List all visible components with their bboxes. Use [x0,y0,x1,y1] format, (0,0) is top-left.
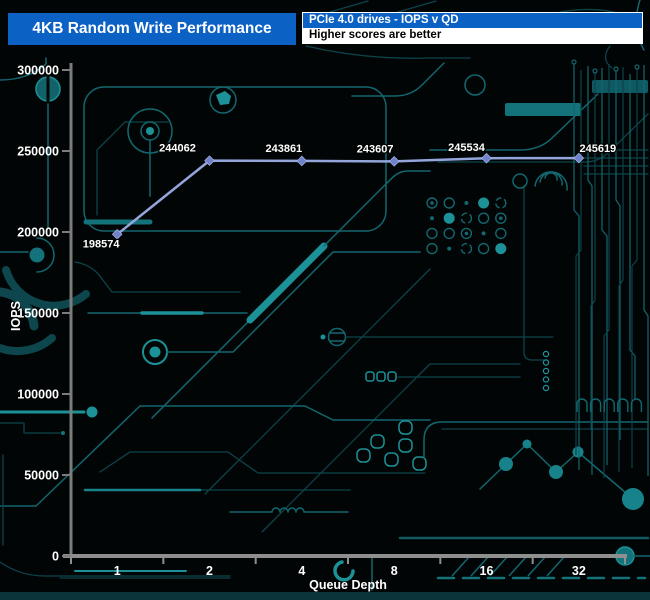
bga-pad [443,197,455,209]
u-pad [603,398,615,412]
data-point-label: 245534 [448,142,486,154]
bga-pad [464,201,469,205]
bga-pad [460,212,473,224]
chart-title-bar: 4KB Random Write Performance [8,13,296,45]
y-tick-label: 300000 [17,64,59,78]
data-point-marker [388,156,400,167]
chart-subtitle-box: PCIe 4.0 drives - IOPS v QD Higher score… [302,12,643,44]
data-point-label: 244062 [159,143,196,155]
x-tick-label: 32 [572,564,586,578]
x-tick-label: 1 [114,564,121,578]
via-ring [542,376,550,383]
x-tick-label: 4 [298,564,305,578]
via-ring [571,59,577,65]
subtitle-row: PCIe 4.0 drives - IOPS v QD [303,13,642,28]
bga-pad [477,242,490,255]
chart-canvas: 300000 250000 200000 150000 100000 50000 0 1 2 4 8… [0,0,650,600]
circuit-board-art-generated [426,59,649,577]
bga-pad [495,197,507,209]
hatch-mark [451,556,470,577]
bga-pad [443,227,455,240]
data-series: 198574 244062 243861 243607 245534 245619 [82,141,618,252]
vertical-trace [643,65,649,476]
note-row: Higher scores are better [303,28,642,43]
y-tick-label: 50000 [24,469,59,483]
x-tick-label: 8 [391,564,398,578]
bga-pad [499,216,503,220]
data-point-label: 198574 [83,238,121,250]
bga-pad [443,212,455,224]
y-tick-label: 200000 [17,226,59,240]
data-point-label: 243607 [357,143,394,155]
x-tick-label: 2 [206,564,213,578]
y-axis-title: IOPS [9,301,23,331]
axes: 300000 250000 200000 150000 100000 50000 0 1 2 4 8… [17,63,627,578]
screenshot-root: 300000 250000 200000 150000 100000 50000 0 1 2 4 8… [0,0,650,600]
bga-pad [481,231,486,236]
via-ring [542,350,550,358]
bga-pad [478,197,490,209]
via-ring [542,384,550,392]
via-ring [592,68,598,74]
hatch-mark [508,556,527,577]
bga-pad [426,227,438,240]
via-ring [634,64,640,70]
hatch-mark [546,556,565,577]
via-ring [542,359,550,366]
y-tick-label: 100000 [17,388,59,402]
bga-pad [495,227,507,240]
y-tick-label: 0 [52,550,59,564]
bga-pad [426,242,438,255]
circuit-board-art [0,0,650,600]
data-point-label: 245619 [579,143,616,155]
u-pad [630,398,643,412]
via-ring [613,66,619,72]
y-tick-label: 150000 [17,307,59,321]
bga-pad [464,231,469,236]
data-point-marker [296,155,308,167]
bga-pad [495,243,507,255]
y-tick-label: 250000 [17,145,59,159]
via-ring [542,367,550,375]
bga-pad [430,216,434,221]
bga-pad [430,201,434,205]
data-point-label: 243861 [265,143,302,155]
bga-pad [447,246,452,251]
bga-pad [477,212,490,224]
x-tick-label: 16 [480,564,494,578]
hatch-mark [527,556,546,577]
bga-pad [460,242,473,255]
x-axis-title: Queue Depth [309,578,387,592]
